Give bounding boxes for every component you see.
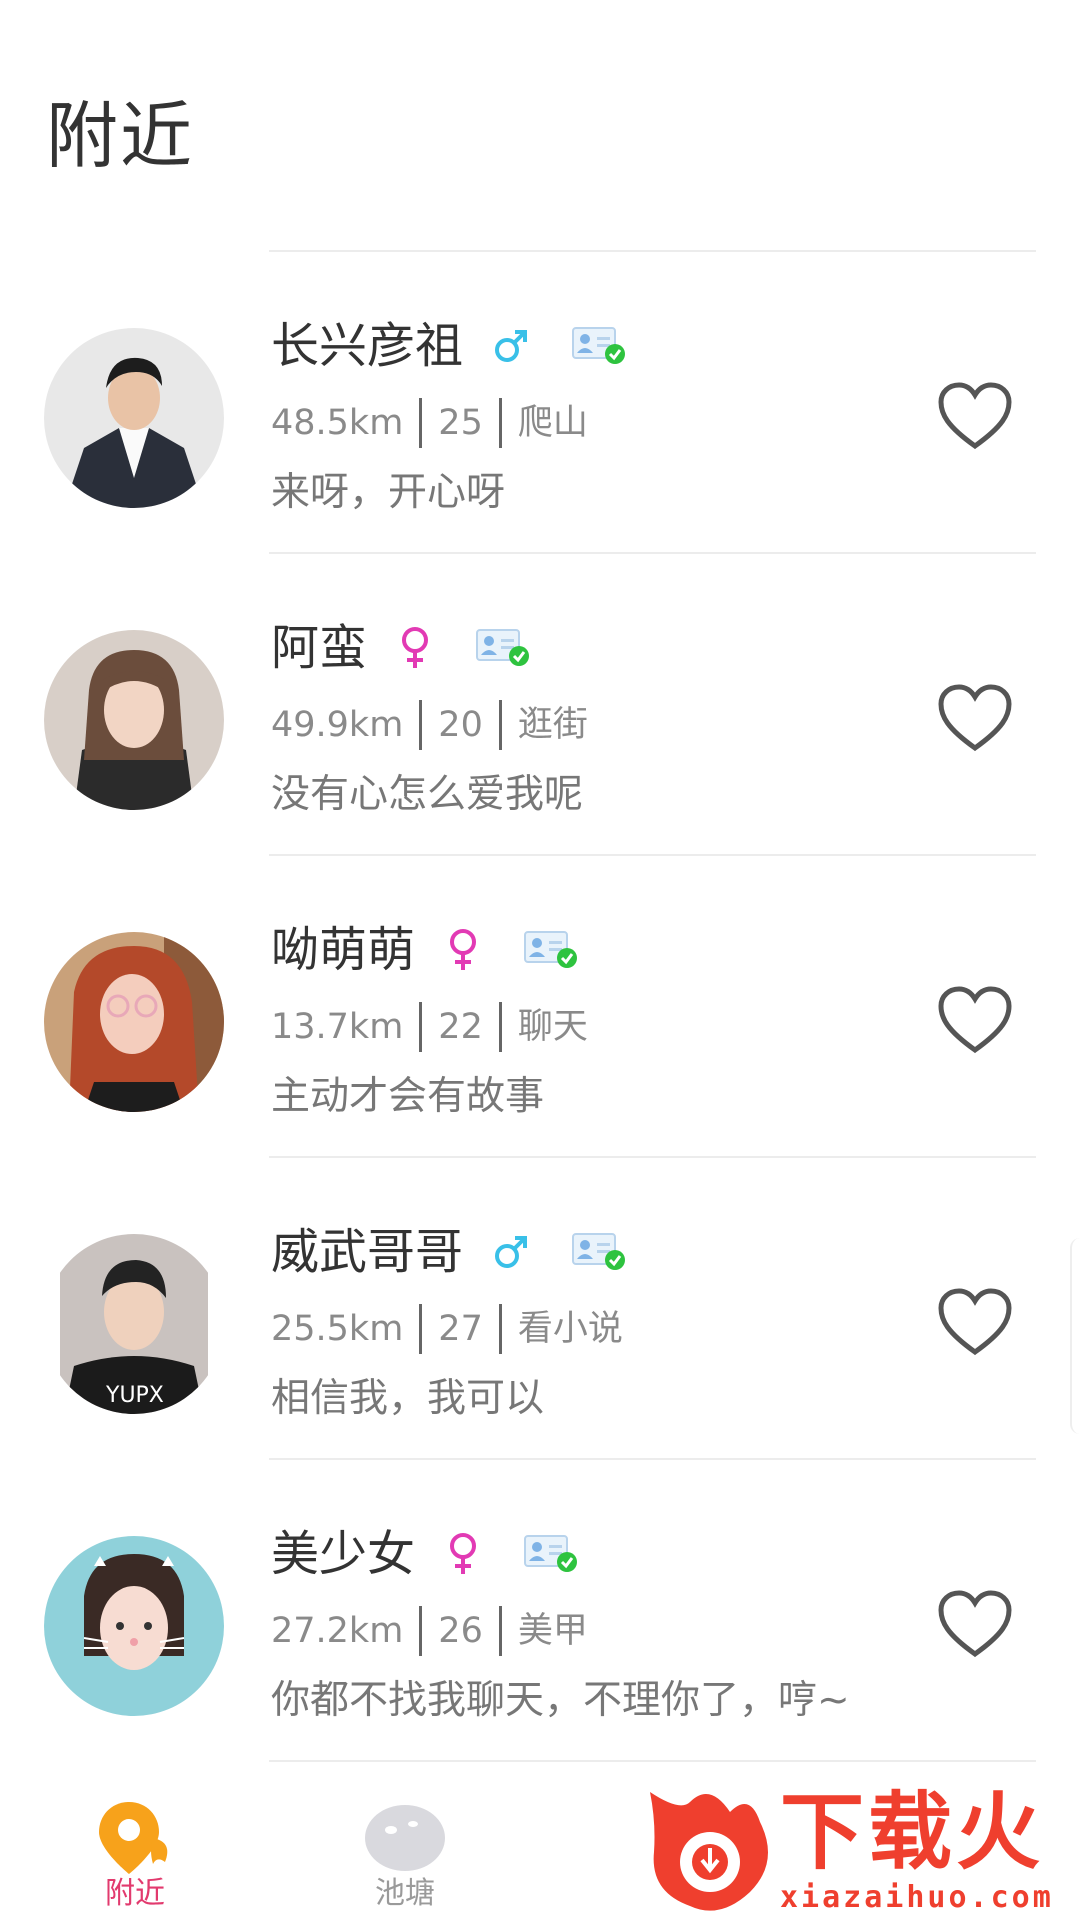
user-name: 长兴彦祖 (271, 318, 464, 374)
meta-separator (498, 1304, 502, 1354)
distance: 49.9km (271, 705, 404, 745)
distance: 27.2km (271, 1611, 404, 1651)
meta-separator (419, 398, 423, 448)
meta-separator (419, 1606, 423, 1656)
hobby: 聊天 (517, 1007, 588, 1047)
heart-icon[interactable] (937, 382, 1013, 452)
svg-text:YUPX: YUPX (105, 1383, 164, 1408)
user-name: 阿蛮 (271, 620, 368, 676)
nearby-page: 附近 长兴彦祖 48.5km 25 爬山 来呀，开心呀 阿蛮 49.9km 20… (0, 0, 1080, 1920)
female-icon (443, 926, 483, 974)
avatar[interactable] (44, 1536, 224, 1716)
avatar-photo (44, 328, 224, 508)
avatar-photo (44, 932, 224, 1112)
verified-id-icon (523, 1534, 579, 1574)
heart-icon[interactable] (937, 1590, 1013, 1660)
heart-icon[interactable] (937, 1288, 1013, 1358)
user-row[interactable]: 呦萌萌 13.7km 22 聊天 主动才会有故事 (0, 856, 1080, 1158)
tab-nearby[interactable]: 附近 (35, 1780, 235, 1920)
user-bio: 没有心怎么爱我呢 (271, 772, 584, 817)
avatar[interactable]: YUPX (44, 1234, 224, 1414)
avatar[interactable] (44, 328, 224, 508)
avatar[interactable] (44, 932, 224, 1112)
heart-icon[interactable] (937, 986, 1013, 1056)
age: 27 (438, 1309, 483, 1349)
pond-icon (363, 1798, 447, 1878)
meta-separator (498, 1606, 502, 1656)
avatar-photo: YUPX (44, 1234, 224, 1414)
meta-separator (419, 700, 423, 750)
male-icon (491, 1228, 531, 1276)
male-icon (491, 322, 531, 370)
user-row[interactable]: 美少女 27.2km 26 美甲 你都不找我聊天，不理你了，哼~ (0, 1460, 1080, 1762)
avatar-photo (44, 630, 224, 810)
user-row[interactable]: 阿蛮 49.9km 20 逛街 没有心怎么爱我呢 (0, 554, 1080, 856)
watermark-text: 下载火 (780, 1783, 1045, 1881)
tab-label: 池塘 (375, 1876, 435, 1911)
hobby: 美甲 (517, 1611, 588, 1651)
meta-separator (419, 1304, 423, 1354)
meta-separator (498, 1002, 502, 1052)
location-pin-icon (93, 1798, 177, 1882)
age: 25 (438, 403, 483, 443)
user-bio: 相信我，我可以 (271, 1376, 545, 1421)
hobby: 逛街 (517, 705, 588, 745)
meta-separator (419, 1002, 423, 1052)
user-meta: 27.2km 26 美甲 (271, 1606, 588, 1656)
verified-id-icon (475, 628, 531, 668)
tab-label: 附近 (105, 1876, 165, 1911)
distance: 48.5km (271, 403, 404, 443)
age: 22 (438, 1007, 483, 1047)
hobby: 爬山 (517, 403, 588, 443)
verified-id-icon (523, 930, 579, 970)
side-scroll-handle[interactable] (1070, 1238, 1080, 1434)
distance: 13.7km (271, 1007, 404, 1047)
watermark-url: xiazaihuo.com (780, 1880, 1054, 1915)
female-icon (443, 1530, 483, 1578)
user-name: 威武哥哥 (271, 1224, 464, 1280)
user-meta: 48.5km 25 爬山 (271, 398, 588, 448)
avatar-photo (44, 1536, 224, 1716)
user-meta: 25.5km 27 看小说 (271, 1304, 623, 1354)
user-bio: 你都不找我聊天，不理你了，哼~ (271, 1678, 850, 1723)
meta-separator (498, 700, 502, 750)
watermark-logo: 下载火 xiazaihuo.com (640, 1782, 1080, 1920)
age: 26 (438, 1611, 483, 1651)
user-name: 美少女 (271, 1526, 416, 1582)
tab-pond[interactable]: 池塘 (305, 1780, 505, 1920)
meta-separator (498, 398, 502, 448)
user-meta: 13.7km 22 聊天 (271, 1002, 588, 1052)
user-row[interactable]: YUPX 威武哥哥 25.5km 27 看小说 相信我，我可以 (0, 1158, 1080, 1460)
female-icon (395, 624, 435, 672)
user-meta: 49.9km 20 逛街 (271, 700, 588, 750)
distance: 25.5km (271, 1309, 404, 1349)
user-bio: 主动才会有故事 (271, 1074, 545, 1119)
user-name: 呦萌萌 (271, 922, 416, 978)
page-title: 附近 (46, 94, 195, 178)
flame-logo-icon (650, 1792, 768, 1911)
user-bio: 来呀，开心呀 (271, 470, 506, 515)
user-row[interactable]: 长兴彦祖 48.5km 25 爬山 来呀，开心呀 (0, 252, 1080, 554)
verified-id-icon (571, 326, 627, 366)
avatar[interactable] (44, 630, 224, 810)
age: 20 (438, 705, 483, 745)
hobby: 看小说 (517, 1309, 623, 1349)
heart-icon[interactable] (937, 684, 1013, 754)
verified-id-icon (571, 1232, 627, 1272)
divider (269, 1760, 1036, 1762)
